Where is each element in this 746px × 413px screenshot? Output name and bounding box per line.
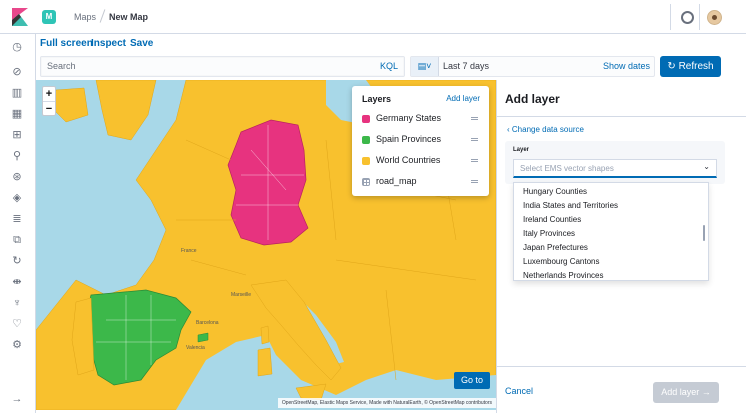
layer-item-germany[interactable]: Germany States [362, 112, 482, 126]
grid-icon [362, 178, 370, 186]
uptime-icon[interactable]: ↻ [11, 255, 23, 267]
map-label: Marseille [231, 292, 252, 298]
date-picker[interactable]: ▤˅ Last 7 days Show dates [410, 56, 655, 77]
dropdown-option[interactable]: Japan Prefectures [523, 243, 588, 252]
refresh-button[interactable]: ↻ Refresh [660, 56, 721, 77]
panel-title: Add layer [505, 92, 560, 106]
top-bar: M Maps New Map [0, 0, 746, 34]
sardinia-shape [257, 347, 273, 377]
layer-name: Spain Provinces [376, 134, 442, 144]
layer-item-world[interactable]: World Countries [362, 154, 482, 168]
divider [497, 366, 746, 367]
maps-icon[interactable]: ⚲ [11, 150, 23, 162]
ireland-shape [51, 87, 89, 123]
drag-handle-icon[interactable] [471, 138, 478, 141]
management-icon[interactable]: ⚙ [11, 339, 23, 351]
change-source-label: Change data source [511, 125, 584, 134]
search-placeholder: Search [47, 61, 76, 71]
user-avatar[interactable] [707, 10, 722, 25]
dropdown-option[interactable]: Ireland Counties [523, 215, 581, 224]
drag-handle-icon[interactable] [471, 117, 478, 120]
select-placeholder: Select EMS vector shapes [520, 164, 614, 173]
breadcrumb-maps[interactable]: Maps [74, 12, 96, 22]
breadcrumb-separator [99, 9, 106, 23]
drag-handle-icon[interactable] [471, 159, 478, 162]
inspect-button[interactable]: Inspect [91, 38, 126, 49]
uk-shape [95, 80, 157, 141]
save-button[interactable]: Save [130, 38, 153, 49]
divider [670, 4, 671, 30]
dropdown-option[interactable]: Hungary Counties [523, 187, 587, 196]
add-layer-panel: Add layer ‹ Change data source Layer Sel… [496, 80, 746, 413]
layer-item-spain[interactable]: Spain Provinces [362, 133, 482, 147]
go-to-button[interactable]: Go to [454, 372, 490, 389]
dropdown-option[interactable]: Italy Provinces [523, 229, 575, 238]
zoom-in-button[interactable]: + [43, 87, 55, 101]
dev-tools-icon[interactable]: ♆ [11, 297, 23, 309]
zoom-control: + − [42, 86, 56, 116]
monitoring-icon[interactable]: ♡ [11, 318, 23, 330]
layer-item-road-map[interactable]: road_map [362, 175, 482, 189]
ems-shapes-dropdown: Hungary Counties India States and Territ… [513, 182, 709, 281]
collapse-icon[interactable]: → [11, 393, 23, 405]
infrastructure-icon[interactable]: ◈ [11, 192, 23, 204]
kql-toggle[interactable]: KQL [380, 61, 398, 71]
search-input[interactable]: Search KQL [40, 56, 405, 77]
zoom-out-button[interactable]: − [43, 102, 55, 116]
layer-swatch [362, 115, 370, 123]
drag-handle-icon[interactable] [471, 180, 478, 183]
app-badge[interactable]: M [42, 10, 56, 24]
add-layer-button[interactable]: Add layer → [653, 382, 719, 403]
full-screen-button[interactable]: Full screen [40, 38, 93, 49]
refresh-label: Refresh [678, 61, 714, 72]
map-attribution: OpenStreetMap, Elastic Maps Service, Mad… [277, 398, 496, 408]
scrollbar[interactable] [703, 225, 705, 241]
layer-name: World Countries [376, 155, 441, 165]
change-data-source-link[interactable]: ‹ Change data source [507, 125, 584, 134]
divider [699, 4, 700, 30]
show-dates-button[interactable]: Show dates [603, 61, 650, 71]
recent-icon[interactable]: ◷ [11, 41, 23, 53]
add-layer-label: Add layer [661, 387, 700, 397]
query-bar: Search KQL ▤˅ Last 7 days Show dates ↻ R… [36, 55, 746, 79]
map-label: France [181, 248, 197, 254]
breadcrumb-current: New Map [109, 12, 149, 22]
map-label: Barcelona [196, 320, 219, 326]
layers-title: Layers [362, 94, 392, 104]
map-label: Valencia [186, 345, 205, 351]
visualize-icon[interactable]: ▥ [11, 87, 23, 99]
layer-swatch [362, 136, 370, 144]
cancel-button[interactable]: Cancel [505, 386, 533, 396]
apm-icon[interactable]: ⧉ [11, 234, 23, 246]
canvas-icon[interactable]: ⊞ [11, 129, 23, 141]
add-layer-link[interactable]: Add layer [446, 94, 480, 103]
dashboard-icon[interactable]: ▦ [11, 108, 23, 120]
corsica-shape [260, 325, 270, 345]
layer-form: Layer Select EMS vector shapes ⌄ [505, 141, 725, 184]
ml-icon[interactable]: ⊛ [11, 171, 23, 183]
dropdown-option[interactable]: Netherlands Provinces [523, 271, 603, 280]
arrow-right-icon: → [699, 387, 711, 397]
siem-icon[interactable]: ⇼ [11, 276, 23, 288]
kibana-logo-icon[interactable] [10, 8, 28, 26]
dropdown-option[interactable]: Luxembourg Cantons [523, 257, 600, 266]
discover-icon[interactable]: ⊘ [11, 66, 23, 78]
layer-name: road_map [376, 176, 417, 186]
refresh-icon: ↻ [667, 61, 679, 72]
layer-name: Germany States [376, 113, 442, 123]
divider [497, 116, 746, 117]
calendar-icon[interactable]: ▤˅ [411, 57, 439, 76]
help-icon[interactable] [681, 11, 694, 24]
map-toolbar: Full screen Inspect Save [36, 34, 746, 55]
layer-swatch [362, 157, 370, 165]
logs-icon[interactable]: ≣ [11, 213, 23, 225]
chevron-down-icon: ⌄ [703, 162, 710, 171]
side-nav: ◷ ⊘ ▥ ▦ ⊞ ⚲ ⊛ ◈ ≣ ⧉ ↻ ⇼ ♆ ♡ ⚙ → [0, 34, 36, 413]
ems-shapes-select[interactable]: Select EMS vector shapes ⌄ [513, 159, 717, 178]
layer-field-label: Layer [513, 147, 530, 153]
time-range[interactable]: Last 7 days [443, 61, 489, 71]
layers-panel: Layers Add layer Germany States Spain Pr… [352, 86, 489, 196]
dropdown-option[interactable]: India States and Territories [523, 201, 618, 210]
